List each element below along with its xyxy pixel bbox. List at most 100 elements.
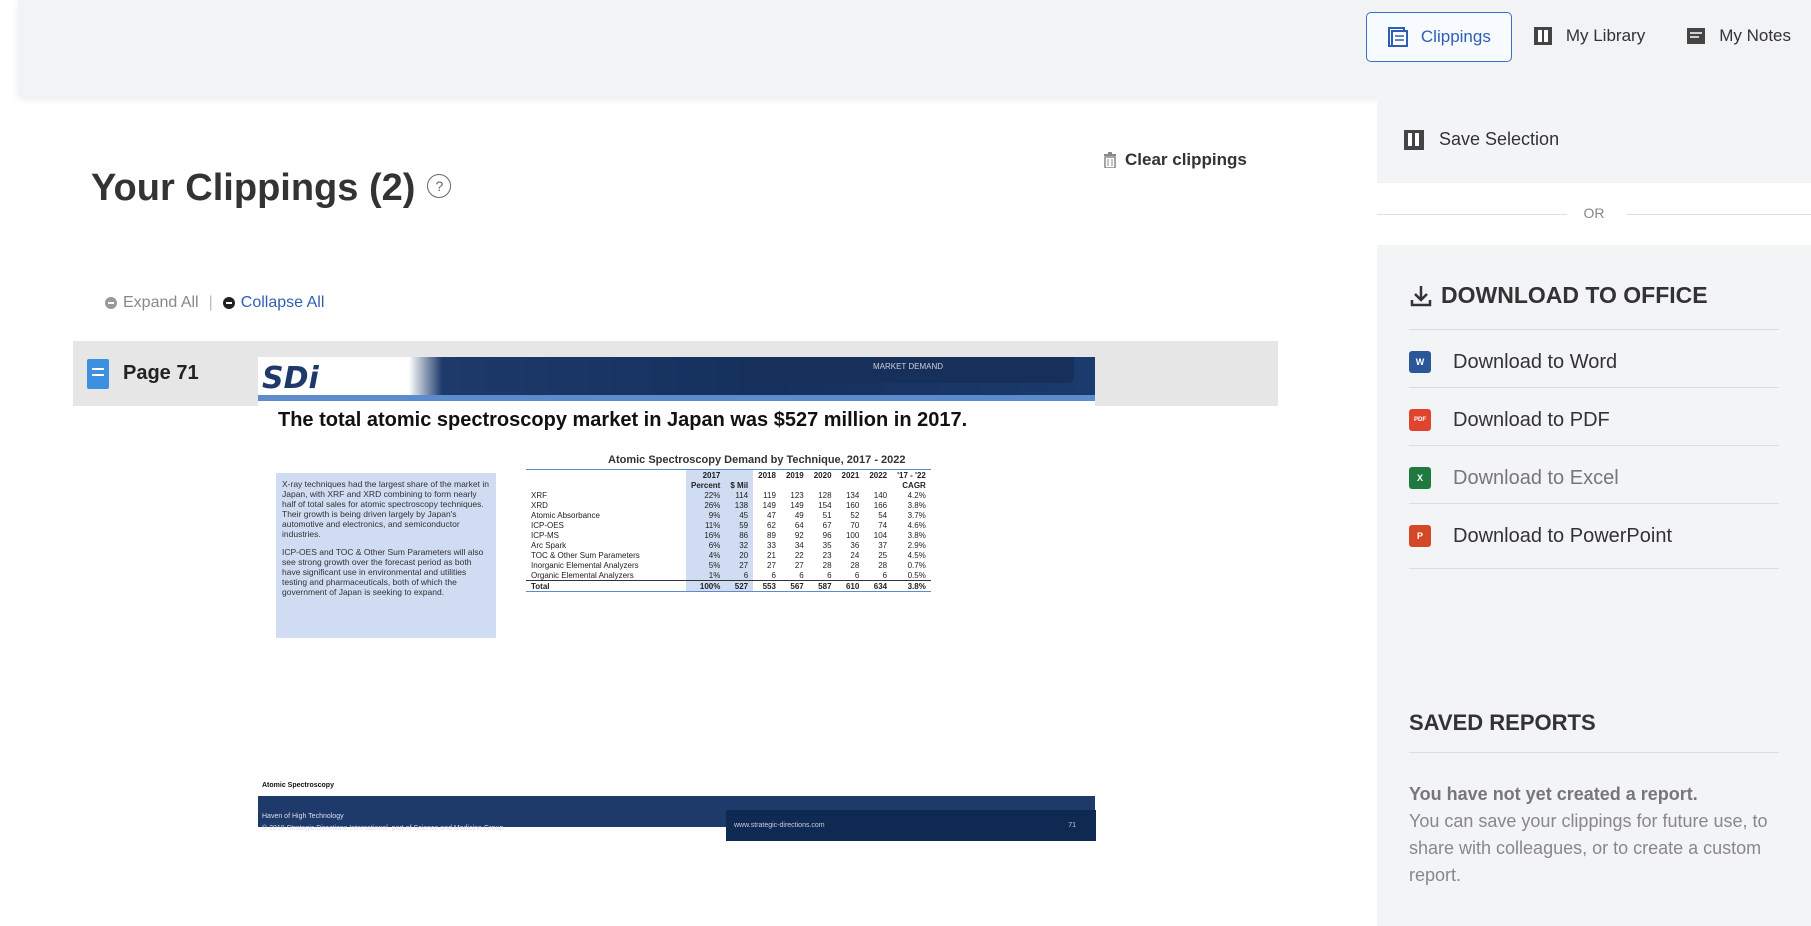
or-divider: OR <box>1377 183 1811 245</box>
saved-reports-empty: You have not yet created a report. <box>1409 784 1698 804</box>
table-cell: 4.6% <box>907 520 926 530</box>
table-row: ICP-MS 16% 86 89 92 96 100 104 3.8% <box>526 530 931 540</box>
table-cell: XRD <box>531 500 548 510</box>
table-cell: 27 <box>794 560 804 570</box>
top-bar: Clippings My Library My Notes <box>18 0 1811 96</box>
page-label: Page 71 <box>123 362 199 384</box>
tab-clippings[interactable]: Clippings <box>1365 12 1512 62</box>
table-cell: 567 <box>780 580 809 592</box>
table-header-cell: 2019 <box>780 469 809 480</box>
doc-footer-url: www.strategic-directions.com <box>734 822 825 829</box>
tab-my-notes[interactable]: My Notes <box>1665 12 1811 60</box>
table-cell: 52 <box>850 510 860 520</box>
expand-icon <box>105 297 117 309</box>
table-cell: 4.2% <box>907 490 926 500</box>
table-cell: 119 <box>763 490 776 500</box>
table-cell: 34 <box>794 540 804 550</box>
table-header-cell <box>526 469 686 480</box>
divider-line <box>1627 214 1811 215</box>
table-cell: 3.8% <box>892 580 931 592</box>
excel-icon: X <box>1409 467 1431 489</box>
download-powerpoint-label: Download to PowerPoint <box>1453 524 1673 547</box>
table-row: Inorganic Elemental Analyzers 5% 27 27 27 28 2… <box>526 560 931 570</box>
table-cell: 27 <box>767 560 776 570</box>
word-icon: W <box>1409 351 1431 373</box>
table-cell: 527 <box>725 580 754 592</box>
table-cell: 59 <box>725 520 754 530</box>
table-header-cell: 2020 <box>808 469 837 480</box>
doc-sidebar-p1: X-ray techniques had the largest share o… <box>282 479 489 539</box>
page-icon <box>87 358 109 389</box>
clear-clippings-button[interactable]: Clear clippings <box>1103 150 1247 170</box>
table-cell: 37 <box>878 540 888 550</box>
table-row: XRF 22% 114 119 123 128 134 140 4.2% <box>526 490 931 500</box>
download-powerpoint-button[interactable]: P Download to PowerPoint <box>1409 503 1779 569</box>
download-pdf-button[interactable]: PDF Download to PDF <box>1409 387 1779 452</box>
table-cell: ICP-MS <box>531 530 559 540</box>
table-cell: 70 <box>850 520 860 530</box>
table-header-cell <box>837 480 865 490</box>
save-selection-button[interactable]: Save Selection <box>1377 96 1811 183</box>
table-header-cell <box>526 480 686 490</box>
table-row: ICP-OES 11% 59 62 64 67 70 74 4.6% <box>526 520 931 530</box>
trash-icon <box>1104 152 1116 168</box>
table-cell: 114 <box>725 490 754 500</box>
table-cell: Atomic Absorbance <box>531 510 600 520</box>
table-cell: 3.8% <box>907 500 926 510</box>
table-cell: 138 <box>725 500 754 510</box>
collapse-all-link[interactable]: Collapse All <box>241 294 325 312</box>
table-cell: 11% <box>686 520 726 530</box>
powerpoint-icon: P <box>1409 525 1431 547</box>
table-header-cell: '17 - '22 <box>892 469 931 480</box>
clipping-thumbnail: SDi MARKET DEMAND The total atomic spect… <box>258 357 1096 841</box>
doc-sidebar-p2: ICP-OES and TOC & Other Sum Parameters w… <box>282 547 484 597</box>
table-cell: 149 <box>762 500 776 510</box>
table-header-cell <box>781 480 809 490</box>
table-header-cell: $ Mil <box>725 480 754 490</box>
table-header-cell: 2017 <box>686 469 726 480</box>
table-cell: Inorganic Elemental Analyzers <box>531 560 639 570</box>
table-cell: 4.5% <box>907 550 926 560</box>
download-heading-text: DOWNLOAD TO OFFICE <box>1441 282 1708 308</box>
download-word-label: Download to Word <box>1453 350 1618 373</box>
table-cell: 23 <box>822 550 832 560</box>
doc-header-strip <box>258 395 1095 401</box>
table-header-cell: 2021 <box>836 469 865 480</box>
library-icon <box>1533 27 1552 45</box>
tab-my-library[interactable]: My Library <box>1512 12 1665 60</box>
download-heading: DOWNLOAD TO OFFICE <box>1409 282 1708 309</box>
table-cell: 149 <box>790 500 804 510</box>
table-cell: 6 <box>799 570 804 580</box>
help-icon[interactable]: ? <box>427 173 452 198</box>
table-cell: Total <box>526 580 686 592</box>
table-header-cell <box>753 480 781 490</box>
download-excel-label: Download to Excel <box>1453 466 1619 489</box>
download-icon <box>1410 285 1432 306</box>
table-cell: 26% <box>686 500 726 510</box>
table-cell: 587 <box>808 580 837 592</box>
saved-reports-section: SAVED REPORTS You have not yet created a… <box>1377 651 1811 926</box>
table-header-cell: CAGR <box>902 480 926 490</box>
download-section: DOWNLOAD TO OFFICE W Download to Word PD… <box>1377 256 1811 634</box>
table-cell: 123 <box>790 490 804 500</box>
doc-headline: The total atomic spectroscopy market in … <box>278 409 968 431</box>
tab-label: Clippings <box>1420 27 1491 46</box>
table-header-cell: 2018 <box>753 469 781 480</box>
doc-footer-line2: © 2018 Strategic Directions Internationa… <box>262 825 504 832</box>
table-header-cell <box>809 480 837 490</box>
table-cell: 634 <box>864 580 893 592</box>
download-word-button[interactable]: W Download to Word <box>1409 329 1779 394</box>
doc-footer: Atomic Spectroscopy Haven of High Techno… <box>258 782 1096 841</box>
table-cell: 6 <box>771 570 776 580</box>
download-excel-button[interactable]: X Download to Excel <box>1409 445 1779 510</box>
table-cell: 24 <box>850 550 860 560</box>
table-cell: 22 <box>794 550 804 560</box>
collapse-icon <box>222 297 235 309</box>
table-cell: Arc Spark <box>531 540 567 550</box>
notes-icon <box>1687 28 1706 44</box>
table-subheader-row: Percent $ Mil CAGR <box>526 480 931 490</box>
table-cell: 6 <box>882 570 888 580</box>
expand-all-link[interactable]: Expand All <box>123 294 199 312</box>
table-cell: 0.5% <box>907 570 926 580</box>
table-row: TOC & Other Sum Parameters 4% 20 21 22 23 24 25… <box>526 550 931 560</box>
